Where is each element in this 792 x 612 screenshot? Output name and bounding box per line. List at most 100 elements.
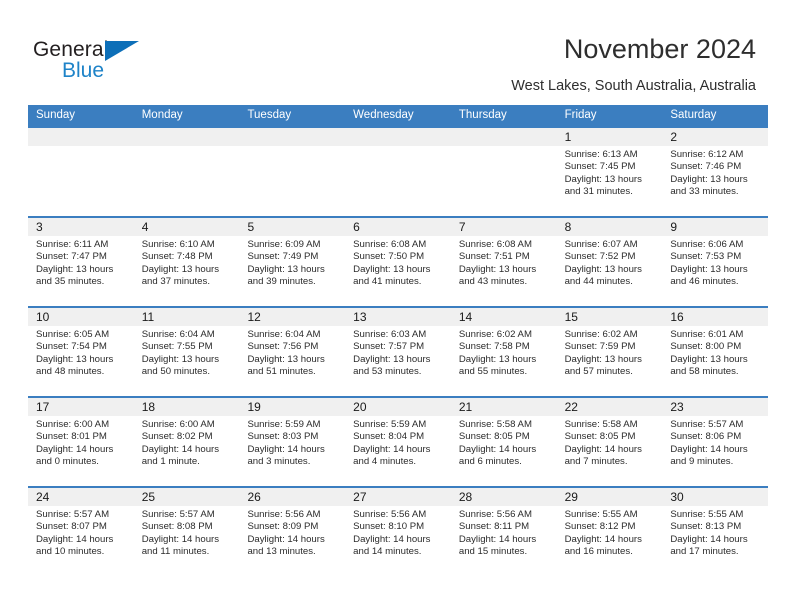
day-cell[interactable] [345,146,451,216]
daylight-text-line2: and 58 minutes. [670,366,739,378]
day-cell[interactable]: Sunrise: 5:59 AM Sunset: 8:03 PM Dayligh… [239,416,345,486]
day-cell[interactable] [239,146,345,216]
sunrise-text: Sunrise: 6:04 AM [247,329,321,340]
day-cell[interactable]: Sunrise: 5:56 AM Sunset: 8:11 PM Dayligh… [451,506,557,576]
sunset-text: Sunset: 8:09 PM [247,521,319,533]
day-cell[interactable]: Sunrise: 6:01 AM Sunset: 8:00 PM Dayligh… [662,326,768,396]
sunset-text: Sunset: 8:06 PM [670,431,742,443]
daylight-text-line2: and 55 minutes. [458,366,528,378]
daylight-text-line2: and 15 minutes. [458,546,528,558]
day-cell[interactable]: Sunrise: 5:56 AM Sunset: 8:09 PM Dayligh… [239,506,345,576]
daylight-text-line1: Daylight: 14 hours [670,443,748,455]
sunrise-text: Sunrise: 5:57 AM [36,509,110,520]
day-cell[interactable]: Sunrise: 6:12 AM Sunset: 7:46 PM Dayligh… [662,146,768,216]
day-cell[interactable]: Sunrise: 6:05 AM Sunset: 7:54 PM Dayligh… [28,326,134,396]
daylight-text-line1: Daylight: 13 hours [36,353,114,365]
day-cell[interactable]: Sunrise: 6:04 AM Sunset: 7:55 PM Dayligh… [134,326,240,396]
day-cell[interactable]: Sunrise: 6:07 AM Sunset: 7:52 PM Dayligh… [557,236,663,306]
daylight-text-line1: Daylight: 13 hours [564,263,642,275]
sunset-text: Sunset: 7:58 PM [458,341,530,353]
day-cell[interactable]: Sunrise: 6:09 AM Sunset: 7:49 PM Dayligh… [239,236,345,306]
day-cell[interactable]: Sunrise: 6:10 AM Sunset: 7:48 PM Dayligh… [134,236,240,306]
daylight-text-line1: Daylight: 14 hours [564,533,642,545]
day-cell[interactable]: Sunrise: 6:11 AM Sunset: 7:47 PM Dayligh… [28,236,134,306]
general-blue-logo[interactable]: General Blue [33,38,163,84]
day-cell[interactable] [451,146,557,216]
day-cell[interactable]: Sunrise: 6:02 AM Sunset: 7:58 PM Dayligh… [451,326,557,396]
daylight-text-line1: Daylight: 13 hours [564,353,642,365]
day-details-band: Sunrise: 6:13 AM Sunset: 7:45 PM Dayligh… [28,146,768,216]
sunrise-text: Sunrise: 6:10 AM [141,239,215,250]
weekday-header-sunday: Sunday [36,109,76,121]
daylight-text-line1: Daylight: 13 hours [670,263,748,275]
daylight-text-line2: and 17 minutes. [670,546,739,558]
day-number: 18 [141,400,156,414]
day-cell[interactable]: Sunrise: 5:57 AM Sunset: 8:06 PM Dayligh… [662,416,768,486]
daylight-text-line1: Daylight: 13 hours [353,353,431,365]
daylight-text-line2: and 1 minute. [141,456,200,468]
sunrise-text: Sunrise: 6:02 AM [564,329,638,340]
daylight-text-line1: Daylight: 14 hours [141,533,220,545]
day-cell[interactable]: Sunrise: 6:02 AM Sunset: 7:59 PM Dayligh… [557,326,663,396]
day-cell[interactable]: Sunrise: 5:58 AM Sunset: 8:05 PM Dayligh… [451,416,557,486]
sunset-text: Sunset: 8:02 PM [141,431,213,443]
day-cell[interactable]: Sunrise: 6:03 AM Sunset: 7:57 PM Dayligh… [345,326,451,396]
daylight-text-line2: and 3 minutes. [247,456,311,468]
day-cell[interactable]: Sunrise: 6:08 AM Sunset: 7:50 PM Dayligh… [345,236,451,306]
weekday-header-friday: Friday [564,109,597,121]
day-cell[interactable]: Sunrise: 5:56 AM Sunset: 8:10 PM Dayligh… [345,506,451,576]
sunset-text: Sunset: 7:53 PM [670,251,742,263]
daylight-text-line2: and 14 minutes. [353,546,422,558]
daylight-text-line2: and 44 minutes. [564,276,633,288]
daylight-text-line2: and 4 minutes. [353,456,417,468]
daylight-text-line2: and 6 minutes. [458,456,522,468]
daylight-text-line1: Daylight: 13 hours [247,263,325,275]
day-number: 5 [247,220,255,234]
day-cell[interactable]: Sunrise: 6:06 AM Sunset: 7:53 PM Dayligh… [662,236,768,306]
daylight-text-line2: and 46 minutes. [670,276,739,288]
weekday-header-wednesday: Wednesday [353,109,414,121]
day-number: 26 [247,490,261,504]
sunrise-text: Sunrise: 6:00 AM [36,419,110,430]
sunrise-text: Sunrise: 5:55 AM [564,509,638,520]
day-cell[interactable]: Sunrise: 5:55 AM Sunset: 8:12 PM Dayligh… [557,506,663,576]
daylight-text-line2: and 35 minutes. [36,276,105,288]
sunset-text: Sunset: 7:47 PM [36,251,107,263]
page-header: General Blue November 2024 West Lakes, S… [0,0,792,98]
sunrise-text: Sunrise: 6:01 AM [670,329,744,340]
day-number: 2 [670,130,677,144]
day-number: 14 [458,310,473,324]
day-number-band: 17 18 19 20 21 22 23 [28,398,768,416]
day-number: 1 [564,130,572,144]
day-number: 19 [247,400,261,414]
day-cell[interactable] [134,146,240,216]
day-cell[interactable]: Sunrise: 5:57 AM Sunset: 8:07 PM Dayligh… [28,506,134,576]
daylight-text-line1: Daylight: 13 hours [670,173,748,185]
calendar-week-row: 10 11 12 13 14 15 16 Sunrise: 6:05 AM Su… [28,306,768,396]
day-number: 22 [564,400,578,414]
daylight-text-line2: and 13 minutes. [247,546,316,558]
logo-text-blue: Blue [62,59,105,82]
day-cell[interactable]: Sunrise: 5:59 AM Sunset: 8:04 PM Dayligh… [345,416,451,486]
daylight-text-line1: Daylight: 13 hours [670,353,748,365]
sunrise-text: Sunrise: 6:13 AM [564,149,638,160]
daylight-text-line1: Daylight: 13 hours [458,263,537,275]
daylight-text-line1: Daylight: 13 hours [458,353,537,365]
day-cell[interactable]: Sunrise: 6:08 AM Sunset: 7:51 PM Dayligh… [451,236,557,306]
day-cell[interactable] [28,146,134,216]
daylight-text-line1: Daylight: 14 hours [36,443,114,455]
day-cell[interactable]: Sunrise: 6:13 AM Sunset: 7:45 PM Dayligh… [557,146,663,216]
sunrise-text: Sunrise: 5:57 AM [670,419,744,430]
daylight-text-line2: and 39 minutes. [247,276,316,288]
day-cell[interactable]: Sunrise: 5:55 AM Sunset: 8:13 PM Dayligh… [662,506,768,576]
day-cell[interactable]: Sunrise: 5:57 AM Sunset: 8:08 PM Dayligh… [134,506,240,576]
day-cell[interactable]: Sunrise: 6:04 AM Sunset: 7:56 PM Dayligh… [239,326,345,396]
weekday-header-row: Sunday Monday Tuesday Wednesday Thursday… [28,105,768,126]
day-cell[interactable]: Sunrise: 6:00 AM Sunset: 8:01 PM Dayligh… [28,416,134,486]
day-cell[interactable]: Sunrise: 5:58 AM Sunset: 8:05 PM Dayligh… [557,416,663,486]
day-cell[interactable]: Sunrise: 6:00 AM Sunset: 8:02 PM Dayligh… [134,416,240,486]
daylight-text-line2: and 43 minutes. [458,276,528,288]
daylight-text-line2: and 7 minutes. [564,456,628,468]
daylight-text-line2: and 31 minutes. [564,186,633,198]
day-number: 4 [141,220,149,234]
